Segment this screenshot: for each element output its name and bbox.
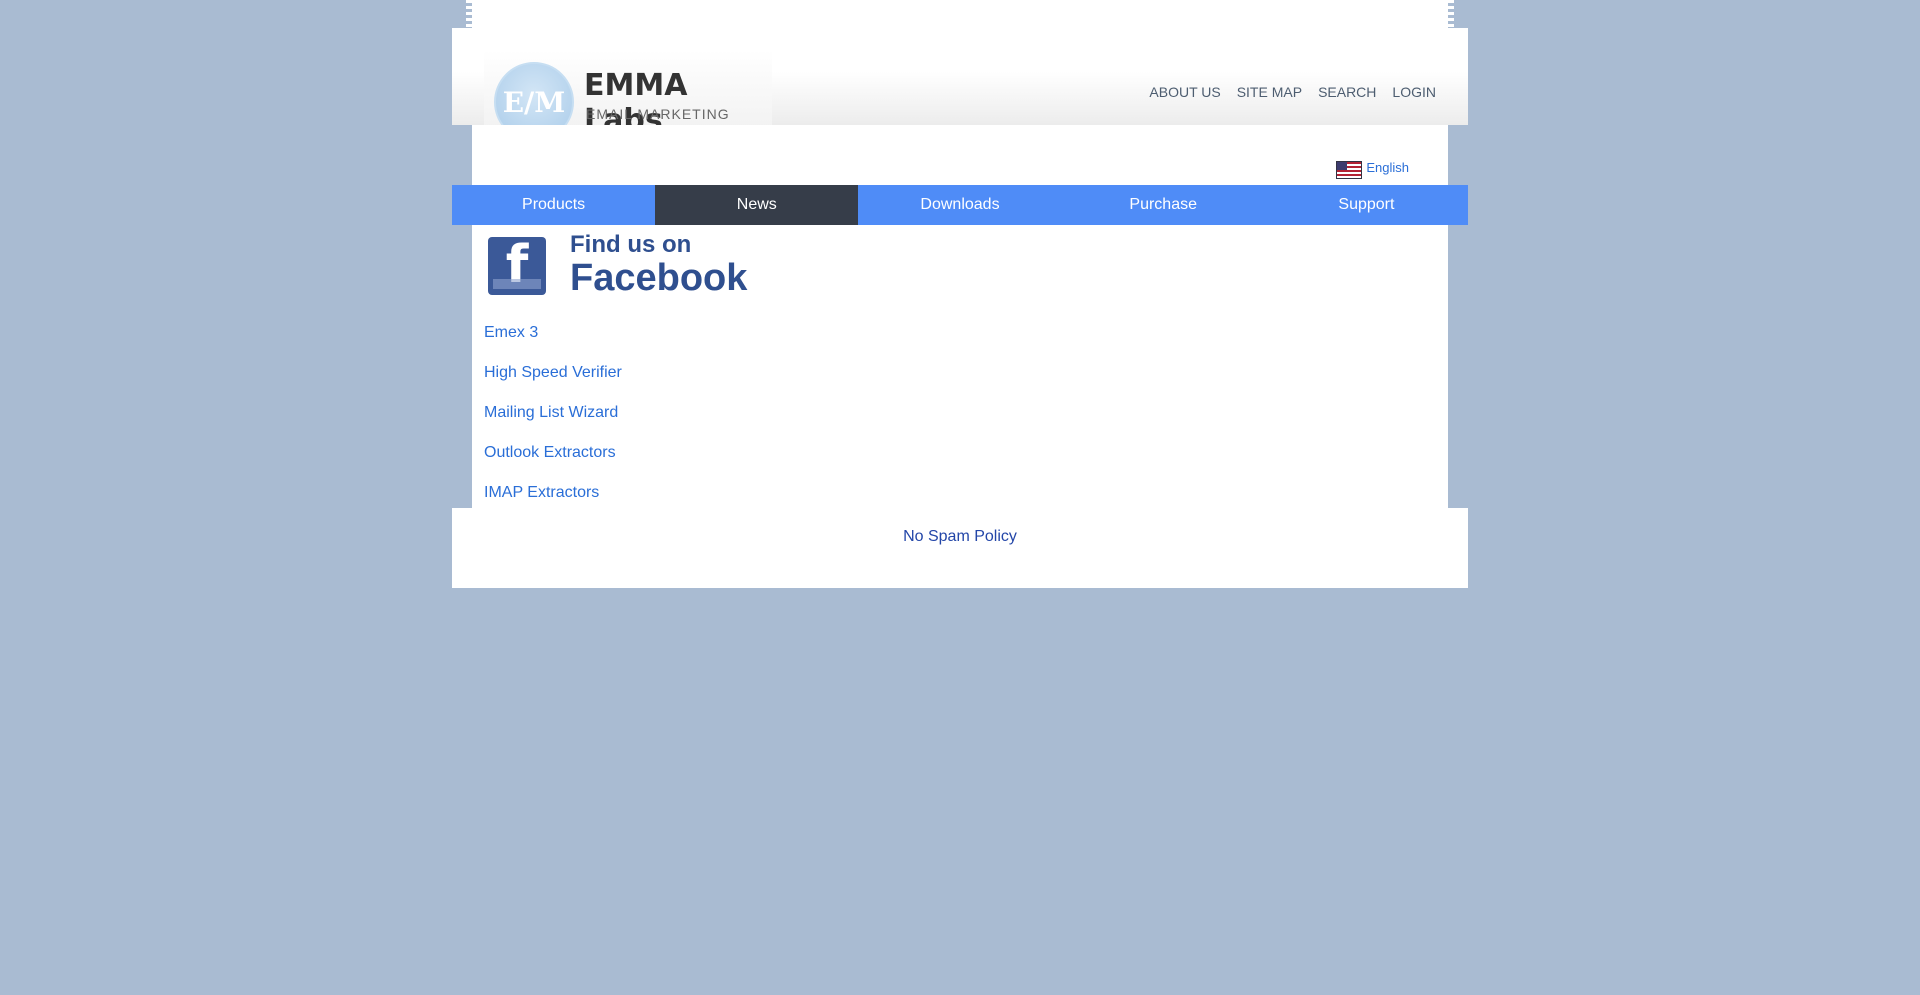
link-mailing-list-wizard[interactable]: Mailing List Wizard bbox=[484, 403, 622, 423]
menu-products[interactable]: Products bbox=[452, 185, 655, 225]
facebook-banner[interactable]: f Find us on Facebook bbox=[488, 231, 748, 299]
torn-paper-top bbox=[466, 0, 1454, 30]
login-link[interactable]: LOGIN bbox=[1392, 84, 1436, 100]
link-emex-3[interactable]: Emex 3 bbox=[484, 323, 622, 343]
us-flag-icon[interactable] bbox=[1336, 161, 1362, 179]
search-link[interactable]: SEARCH bbox=[1318, 84, 1376, 100]
link-imap-extractors[interactable]: IMAP Extractors bbox=[484, 483, 622, 503]
site-map-link[interactable]: SITE MAP bbox=[1237, 84, 1302, 100]
facebook-line1: Find us on bbox=[570, 231, 692, 258]
language-bar: English bbox=[472, 125, 1448, 185]
footer: No Spam Policy bbox=[452, 508, 1468, 588]
language-link[interactable]: English bbox=[1366, 160, 1409, 175]
logo-tagline: EMAIL MARKETING bbox=[586, 106, 730, 122]
link-high-speed-verifier[interactable]: High Speed Verifier bbox=[484, 363, 622, 383]
site-header: E/M EMMA Labs EMAIL MARKETING ABOUT US S… bbox=[452, 28, 1468, 165]
menu-news[interactable]: News bbox=[655, 185, 859, 225]
main-menu: Products News Downloads Purchase Support bbox=[452, 185, 1468, 225]
facebook-line2: Facebook bbox=[570, 257, 748, 299]
menu-support[interactable]: Support bbox=[1265, 185, 1468, 225]
top-nav: ABOUT US SITE MAP SEARCH LOGIN bbox=[1149, 84, 1436, 100]
link-outlook-extractors[interactable]: Outlook Extractors bbox=[484, 443, 622, 463]
content-area: f Find us on Facebook Emex 3 High Speed … bbox=[472, 225, 1448, 508]
menu-purchase[interactable]: Purchase bbox=[1062, 185, 1265, 225]
facebook-icon: f bbox=[488, 235, 546, 295]
about-us-link[interactable]: ABOUT US bbox=[1149, 84, 1220, 100]
product-links: Emex 3 High Speed Verifier Mailing List … bbox=[484, 323, 622, 523]
menu-downloads[interactable]: Downloads bbox=[858, 185, 1061, 225]
no-spam-policy-link[interactable]: No Spam Policy bbox=[903, 528, 1017, 546]
